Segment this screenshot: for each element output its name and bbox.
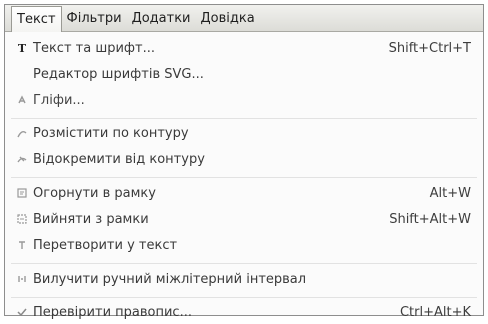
menu-item-label: Текст та шрифт...	[33, 40, 155, 56]
menu-item-shortcut: Shift+Alt+W	[389, 211, 471, 227]
menu-item-label: Вийняти з рамки	[33, 211, 149, 227]
remove-kerns-icon	[15, 272, 29, 286]
menu-item-label: Огорнути в рамку	[33, 185, 156, 201]
menu-item-convert-to-text[interactable]: Перетворити у текст	[5, 233, 483, 257]
application-window: Текст Фільтри Додатки Довідка T Текст та…	[4, 4, 484, 320]
text-menu-dropdown: T Текст та шрифт... Shift+Ctrl+T Редакто…	[5, 32, 483, 320]
menu-item-label: Розмістити по контуру	[33, 125, 189, 141]
menu-item-remove-manual-kerns[interactable]: Вилучити ручний міжлітерний інтервал	[5, 267, 483, 291]
menubar-item-filters[interactable]: Фільтри	[62, 5, 127, 31]
menu-item-label: Відокремити від контуру	[33, 151, 205, 167]
menu-item-flow-into-frame[interactable]: Огорнути в рамку Alt+W	[5, 181, 483, 205]
menu-item-glyphs[interactable]: Гліфи...	[5, 88, 483, 112]
flow-into-frame-icon	[15, 186, 29, 200]
menu-item-put-on-path[interactable]: Розмістити по контуру	[5, 121, 483, 145]
menu-item-label: Редактор шрифтів SVG...	[33, 66, 204, 82]
menu-item-text-and-font[interactable]: T Текст та шрифт... Shift+Ctrl+T	[5, 36, 483, 60]
menu-item-check-spelling[interactable]: Перевірити правопис... Ctrl+Alt+K	[5, 300, 483, 324]
menu-separator	[11, 118, 477, 119]
text-on-path-icon	[15, 126, 29, 140]
menu-item-shortcut: Ctrl+Alt+K	[399, 304, 471, 320]
glyphs-icon	[15, 93, 29, 107]
menu-item-label: Перевірити правопис...	[33, 304, 192, 320]
menu-item-remove-from-path[interactable]: Відокремити від контуру	[5, 147, 483, 171]
menu-item-label: Гліфи...	[33, 92, 85, 108]
menu-item-shortcut: Shift+Ctrl+T	[388, 40, 471, 56]
menu-item-shortcut: Alt+W	[429, 185, 471, 201]
menu-separator	[11, 263, 477, 264]
menu-separator	[11, 177, 477, 178]
remove-from-path-icon	[15, 152, 29, 166]
menu-item-unflow[interactable]: Вийняти з рамки Shift+Alt+W	[5, 207, 483, 231]
menu-item-label: Перетворити у текст	[33, 237, 178, 253]
menubar-item-text[interactable]: Текст	[11, 5, 62, 32]
menubar-item-help[interactable]: Довідка	[196, 5, 260, 31]
unflow-icon	[15, 212, 29, 226]
text-tool-icon: T	[17, 41, 27, 55]
convert-to-text-icon	[15, 238, 29, 252]
menu-item-svg-font-editor[interactable]: Редактор шрифтів SVG...	[5, 62, 483, 86]
menubar-item-extensions[interactable]: Додатки	[127, 5, 196, 31]
menu-bar: Текст Фільтри Додатки Довідка	[5, 5, 483, 32]
menu-item-label: Вилучити ручний міжлітерний інтервал	[33, 271, 307, 287]
menu-separator	[11, 297, 477, 298]
spellcheck-icon	[15, 305, 29, 319]
